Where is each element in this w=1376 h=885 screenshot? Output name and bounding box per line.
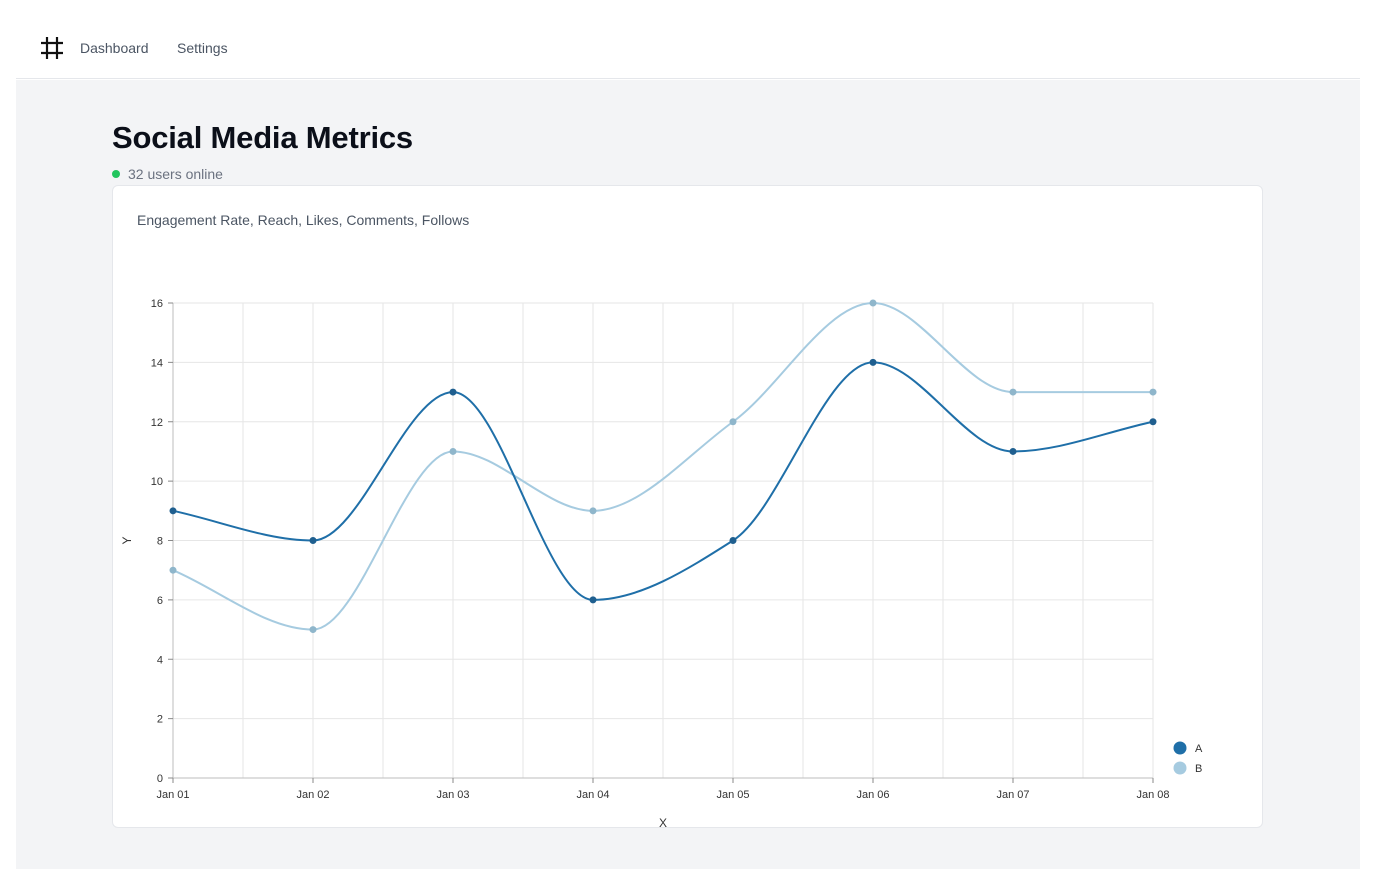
data-point-B bbox=[309, 626, 317, 634]
y-tick-label: 2 bbox=[157, 714, 163, 726]
data-point-A bbox=[729, 537, 737, 544]
status-text: 32 users online bbox=[128, 166, 223, 182]
x-tick-label: Jan 06 bbox=[856, 789, 889, 801]
data-point-B bbox=[729, 418, 737, 426]
y-tick-label: 12 bbox=[151, 417, 163, 429]
x-tick-label: Jan 03 bbox=[436, 789, 469, 801]
data-point-B bbox=[449, 447, 457, 455]
chart-card: Engagement Rate, Reach, Likes, Comments,… bbox=[112, 185, 1263, 828]
data-point-B bbox=[589, 507, 597, 515]
y-axis-title: Y bbox=[120, 536, 134, 544]
data-point-A bbox=[449, 388, 457, 396]
x-tick-label: Jan 01 bbox=[156, 789, 189, 801]
y-tick-label: 8 bbox=[157, 536, 163, 548]
data-point-A bbox=[1009, 447, 1017, 455]
x-axis-title: X bbox=[659, 816, 667, 827]
x-tick-label: Jan 05 bbox=[716, 789, 749, 801]
data-point-A bbox=[1149, 418, 1157, 426]
y-tick-label: 4 bbox=[157, 654, 163, 666]
x-tick-label: Jan 02 bbox=[296, 789, 329, 801]
online-status: 32 users online bbox=[112, 165, 223, 183]
data-point-A bbox=[169, 507, 177, 515]
x-tick-label: Jan 04 bbox=[576, 789, 609, 801]
nav-link-dashboard[interactable]: Dashboard bbox=[80, 39, 149, 57]
x-tick-label: Jan 07 bbox=[996, 789, 1029, 801]
status-dot-icon bbox=[112, 170, 120, 179]
data-point-A bbox=[869, 358, 877, 366]
data-point-B bbox=[1009, 388, 1017, 396]
legend-label-A: A bbox=[1195, 743, 1203, 755]
y-tick-label: 10 bbox=[151, 476, 163, 488]
data-point-A bbox=[589, 596, 597, 604]
data-point-B bbox=[869, 299, 877, 307]
y-tick-label: 16 bbox=[151, 298, 163, 310]
page-title: Social Media Metrics bbox=[112, 120, 413, 155]
line-chart: 0 2 4 6 8 10 12 14 16 Jan 01 Jan 02 Jan 03 Jan 04 Jan… bbox=[120, 298, 1203, 827]
data-point-B bbox=[169, 566, 177, 574]
y-tick-label: 6 bbox=[157, 595, 163, 607]
main-content: Social Media Metrics 32 users online Eng… bbox=[16, 80, 1360, 869]
legend-marker-A bbox=[1173, 741, 1187, 755]
data-point-B bbox=[1149, 388, 1157, 396]
hash-grid-icon[interactable] bbox=[40, 36, 64, 60]
legend-label-B: B bbox=[1195, 763, 1202, 775]
legend-marker-B bbox=[1173, 761, 1187, 775]
y-tick-label: 0 bbox=[157, 773, 163, 785]
x-tick-label: Jan 08 bbox=[1136, 789, 1169, 801]
nav-link-settings[interactable]: Settings bbox=[177, 39, 228, 57]
y-tick-label: 14 bbox=[151, 357, 163, 369]
data-point-A bbox=[309, 537, 317, 544]
top-navigation-bar: Dashboard Settings bbox=[16, 16, 1360, 79]
